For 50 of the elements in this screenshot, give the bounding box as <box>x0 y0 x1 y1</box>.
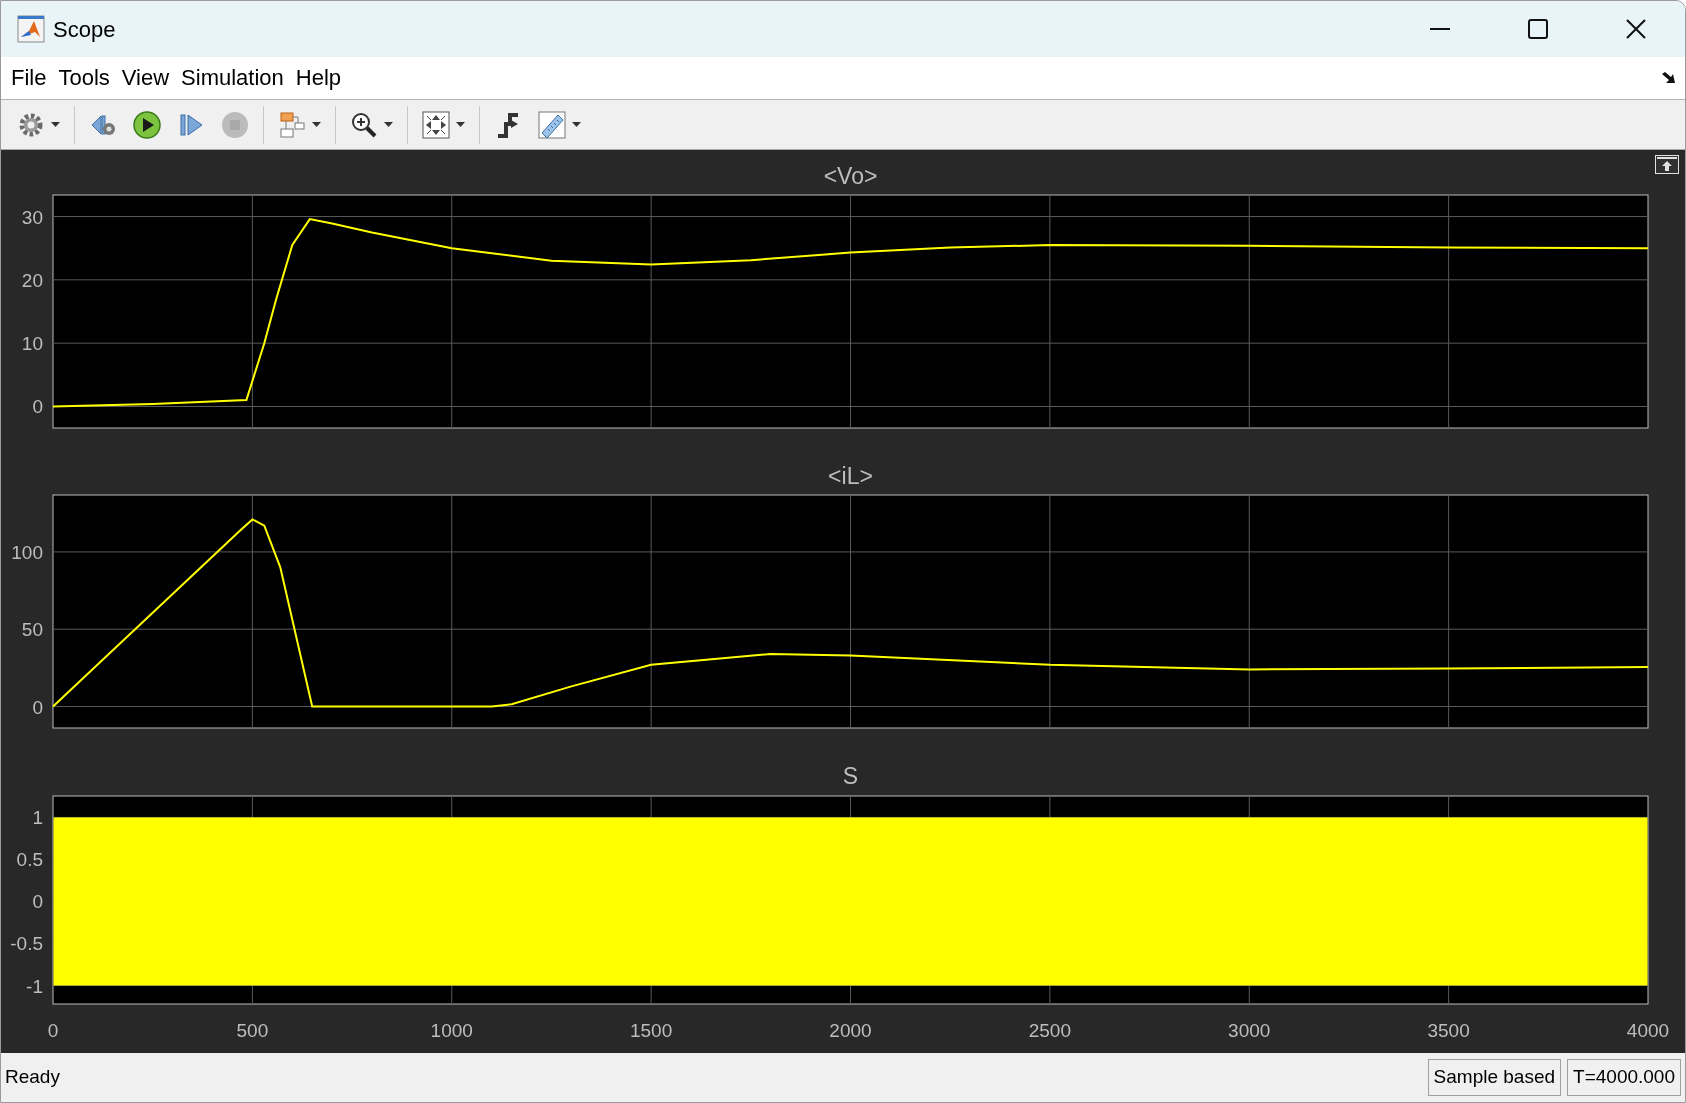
caret-icon[interactable] <box>312 122 321 127</box>
tick-label: 100 <box>11 541 43 563</box>
maximize-icon <box>1528 19 1548 39</box>
menu-item[interactable]: Tools <box>52 67 116 89</box>
tick-label: 0 <box>32 891 43 913</box>
tick-label: 500 <box>236 1020 269 1041</box>
tick-label: 1 <box>32 807 43 829</box>
caret-icon[interactable] <box>572 122 581 127</box>
autoscale-icon <box>422 110 450 139</box>
run-icon <box>133 110 161 139</box>
window-title: Scope <box>53 15 116 44</box>
caret-icon[interactable] <box>384 122 393 127</box>
caret-icon[interactable] <box>51 122 60 127</box>
tick-label: 10 <box>21 333 43 355</box>
ruler-icon <box>538 110 566 139</box>
tick-label: 2500 <box>1028 1020 1071 1041</box>
menu-item[interactable]: Simulation <box>175 67 290 89</box>
tick-label: 20 <box>21 269 43 291</box>
tick-label: -0.5 <box>10 933 43 955</box>
stop-icon <box>221 110 249 139</box>
close-icon <box>1626 19 1646 39</box>
plot-title: <iL> <box>828 463 873 489</box>
tick-label: -1 <box>26 975 43 997</box>
status-message: Ready <box>5 1065 60 1090</box>
minimize-icon <box>1430 28 1450 30</box>
zoom-in-icon <box>350 110 378 139</box>
tick-label: 1000 <box>430 1020 473 1041</box>
plot-title: <Vo> <box>823 163 878 189</box>
plot-title: S <box>842 763 859 789</box>
tick-label: 3000 <box>1228 1020 1271 1041</box>
tick-label: 4000 <box>1626 1020 1670 1041</box>
tick-label: 0 <box>32 396 43 418</box>
tick-label: 50 <box>21 619 43 641</box>
tick-label: 2000 <box>829 1020 872 1041</box>
undock-icon[interactable] <box>1655 155 1679 174</box>
block-diagram-icon <box>278 110 306 139</box>
tick-label: 30 <box>21 206 43 228</box>
tick-label: 0.5 <box>16 849 43 871</box>
menu-item[interactable]: Help <box>289 67 348 89</box>
tick-label: 0 <box>32 696 43 718</box>
tick-label: 0 <box>47 1020 59 1041</box>
caret-icon[interactable] <box>456 122 465 127</box>
dock-arrow-icon[interactable] <box>1661 71 1677 85</box>
status-field: Sample based <box>1427 1059 1562 1096</box>
tick-label: 3500 <box>1427 1020 1470 1041</box>
tick-label: 1500 <box>630 1020 673 1041</box>
app-logo-icon <box>17 15 45 43</box>
menu-item[interactable]: File <box>5 67 53 89</box>
status-field: T=4000.000 <box>1567 1059 1681 1096</box>
menu-item[interactable]: View <box>115 67 176 89</box>
